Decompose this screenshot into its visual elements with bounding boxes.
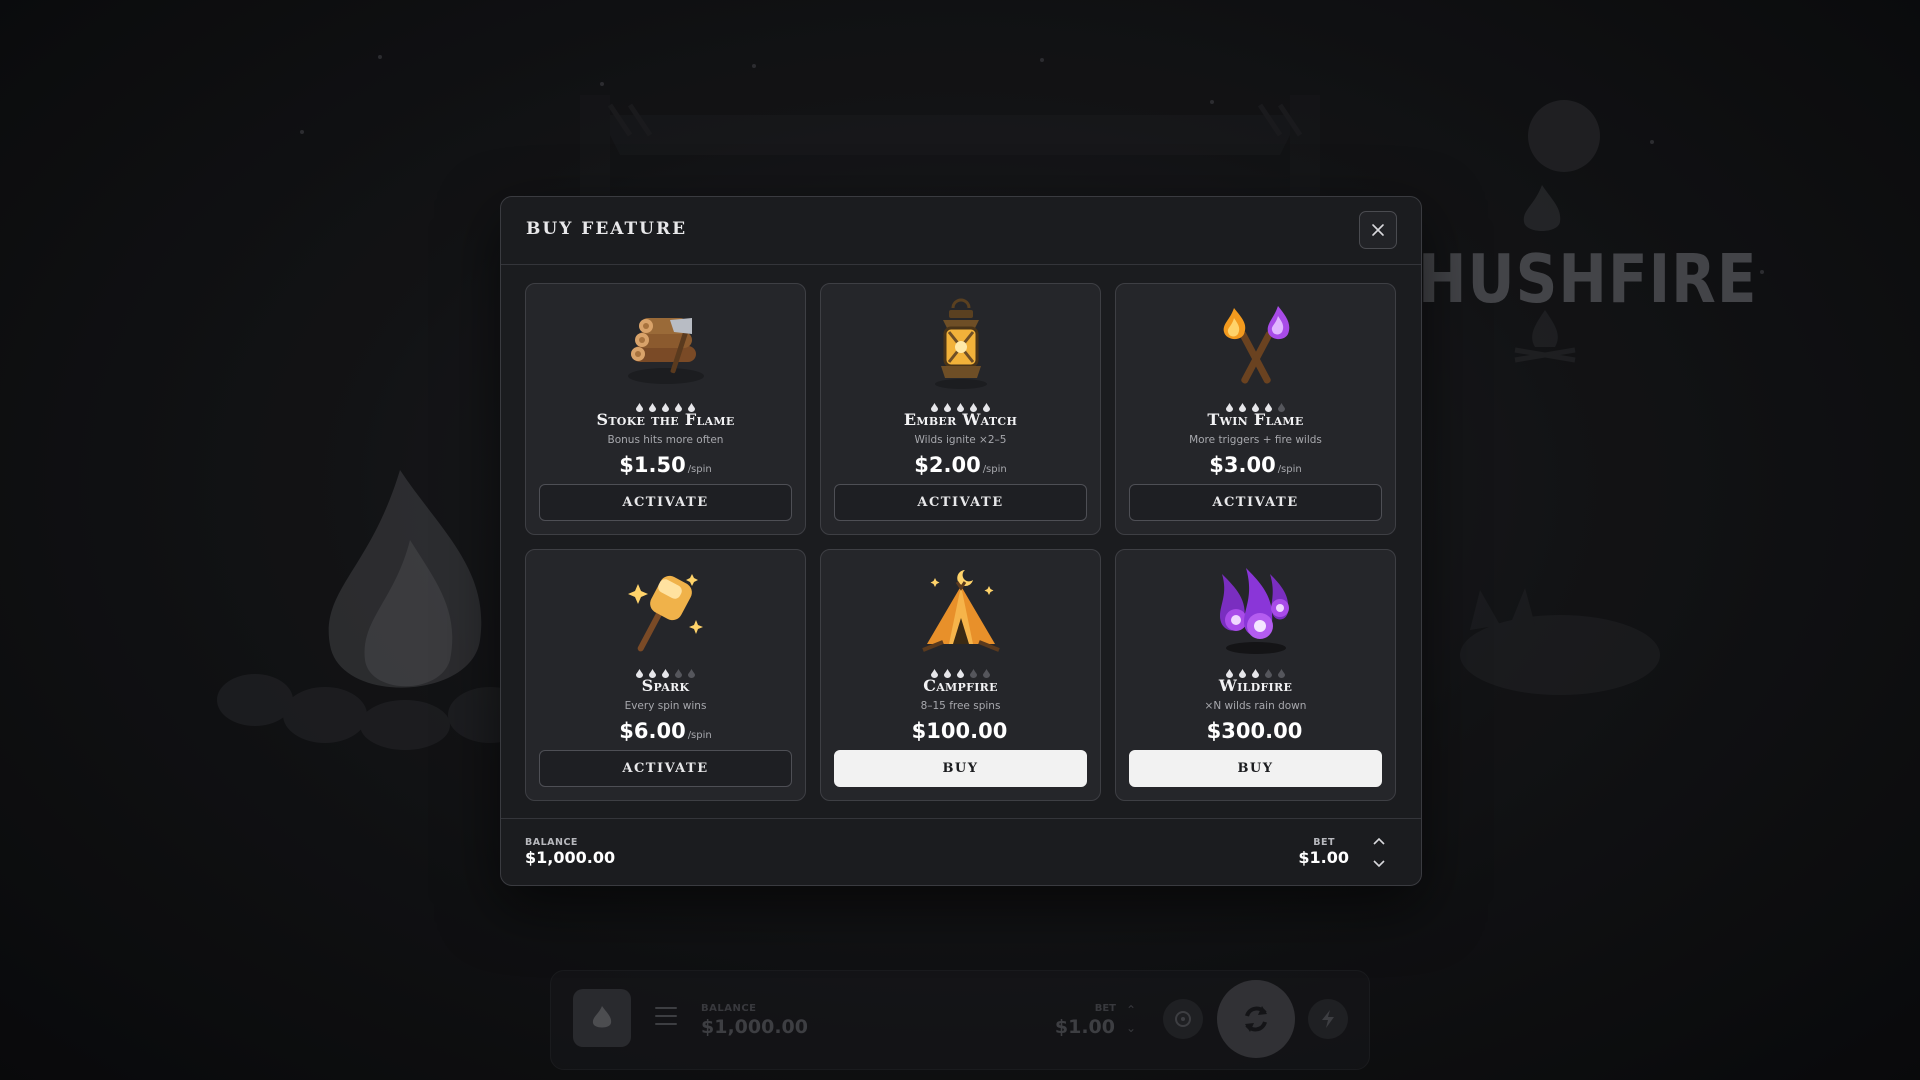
feature-description: More triggers + fire wilds xyxy=(1189,434,1322,446)
activate-button[interactable]: ACTIVATE xyxy=(1129,484,1382,521)
footer-balance-label: BALANCE xyxy=(525,837,578,848)
rating-drops xyxy=(821,397,1100,412)
buy-button[interactable]: BUY xyxy=(834,750,1087,787)
feature-price: $300.00 xyxy=(1116,719,1395,743)
feature-card: Ember Watch Wilds ignite ×2–5 $2.00/spin… xyxy=(820,283,1101,535)
feature-grid: Stoke the Flame Bonus hits more often $1… xyxy=(525,283,1397,801)
bet-decrease-button[interactable] xyxy=(1371,855,1387,871)
footer-balance-value: $1,000.00 xyxy=(525,848,616,867)
price-amount: $6.00 xyxy=(619,719,686,743)
purple-fireballs-icon xyxy=(1219,568,1289,654)
price-amount: $100.00 xyxy=(911,719,1008,743)
footer-bet-label: BET xyxy=(1313,837,1335,848)
feature-card: Spark Every spin wins $6.00/spin ACTIVAT… xyxy=(525,549,806,801)
feature-description: Wilds ignite ×2–5 xyxy=(914,434,1007,446)
chevron-up-icon xyxy=(1373,837,1385,845)
rating-drops xyxy=(821,663,1100,678)
feature-price: $100.00 xyxy=(821,719,1100,743)
price-amount: $2.00 xyxy=(914,453,981,477)
feature-price: $3.00/spin xyxy=(1116,453,1395,477)
feature-name: Campfire xyxy=(923,676,998,695)
feature-price: $2.00/spin xyxy=(821,453,1100,477)
feature-name: Wildfire xyxy=(1218,676,1293,695)
lantern-icon xyxy=(934,298,987,389)
feature-price: $1.50/spin xyxy=(526,453,805,477)
modal-header: BUY FEATURE xyxy=(501,197,1421,265)
feature-description: Every spin wins xyxy=(624,700,707,712)
rating-drops xyxy=(1116,397,1395,412)
activate-button[interactable]: ACTIVATE xyxy=(539,484,792,521)
close-button[interactable] xyxy=(1359,211,1397,249)
activate-button[interactable]: ACTIVATE xyxy=(539,750,792,787)
bet-increase-button[interactable] xyxy=(1371,833,1387,849)
marshmallow-stick-icon xyxy=(627,574,703,652)
close-icon xyxy=(1372,224,1384,236)
feature-description: ×N wilds rain down xyxy=(1204,700,1307,712)
rating-drops xyxy=(526,663,805,678)
feature-card: Campfire 8–15 free spins $100.00 BUY xyxy=(820,549,1101,801)
price-amount: $3.00 xyxy=(1209,453,1276,477)
modal-title: BUY FEATURE xyxy=(526,219,688,239)
feature-card: Wildfire ×N wilds rain down $300.00 BUY xyxy=(1115,549,1396,801)
feature-name: Spark xyxy=(641,676,690,695)
price-amount: $300.00 xyxy=(1206,719,1303,743)
feature-description: 8–15 free spins xyxy=(920,700,1001,712)
campfire-tent-icon xyxy=(921,570,1000,652)
feature-price: $6.00/spin xyxy=(526,719,805,743)
firewood-axe-icon xyxy=(627,318,704,384)
price-per-spin: /spin xyxy=(982,464,1007,475)
buy-button[interactable]: BUY xyxy=(1129,750,1382,787)
crossed-torches-icon xyxy=(1223,306,1289,384)
price-amount: $1.50 xyxy=(619,453,686,477)
feature-card: Stoke the Flame Bonus hits more often $1… xyxy=(525,283,806,535)
feature-description: Bonus hits more often xyxy=(607,434,724,446)
feature-name: Twin Flame xyxy=(1207,410,1304,429)
rating-drops xyxy=(526,397,805,412)
feature-card: Twin Flame More triggers + fire wilds $3… xyxy=(1115,283,1396,535)
modal-footer: BALANCE $1,000.00 BET $1.00 xyxy=(501,818,1421,885)
feature-name: Ember Watch xyxy=(903,410,1018,429)
price-per-spin: /spin xyxy=(687,730,712,741)
price-per-spin: /spin xyxy=(687,464,712,475)
buy-feature-modal: BUY FEATURE Stoke the Flame Bonus hits m… xyxy=(500,196,1422,886)
footer-bet-value: $1.00 xyxy=(1298,848,1349,867)
price-per-spin: /spin xyxy=(1277,464,1302,475)
activate-button[interactable]: ACTIVATE xyxy=(834,484,1087,521)
chevron-down-icon xyxy=(1373,859,1385,867)
feature-name: Stoke the Flame xyxy=(596,410,735,429)
rating-drops xyxy=(1116,663,1395,678)
